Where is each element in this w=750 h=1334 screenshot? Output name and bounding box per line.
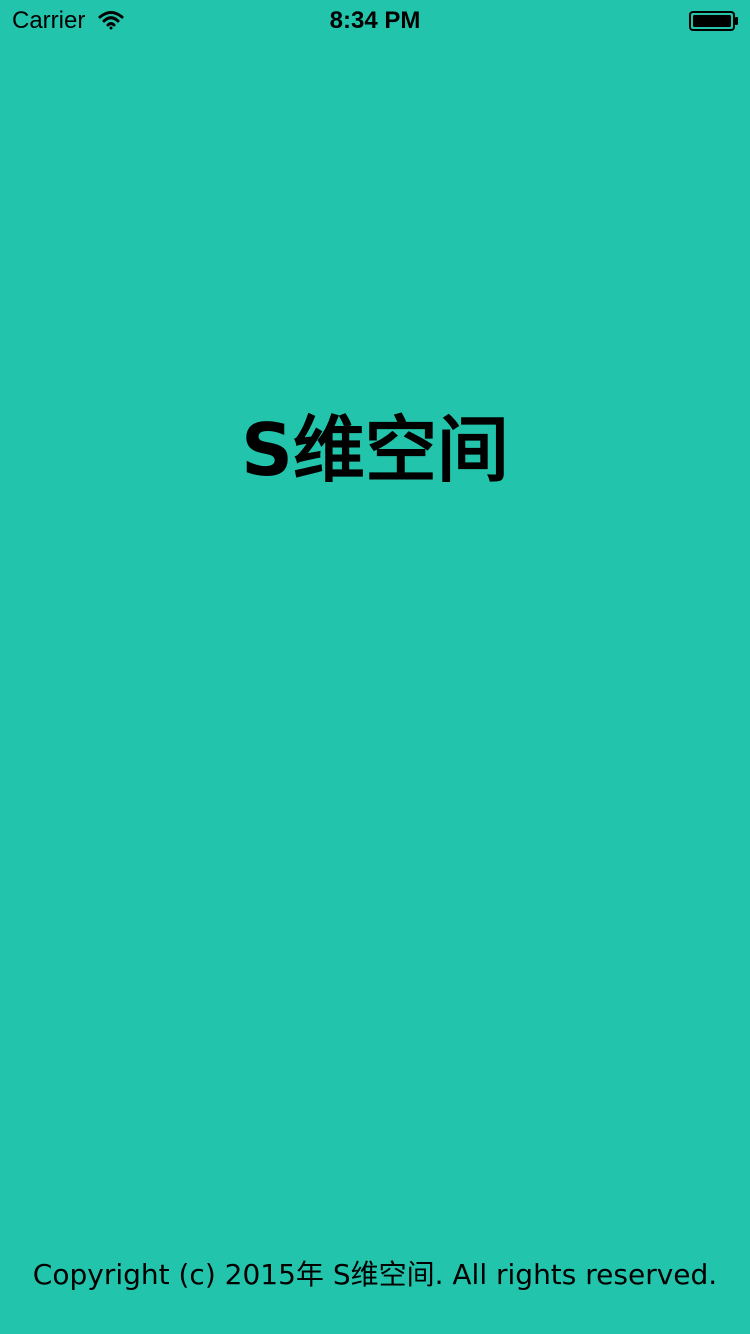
copyright-text: Copyright (c) 2015年 S维空间. All rights res…	[32, 1258, 718, 1291]
status-bar: Carrier 8:34 PM	[0, 0, 750, 40]
app-title: S维空间	[241, 408, 509, 492]
status-time: 8:34 PM	[329, 7, 421, 34]
battery-icon	[689, 11, 739, 31]
